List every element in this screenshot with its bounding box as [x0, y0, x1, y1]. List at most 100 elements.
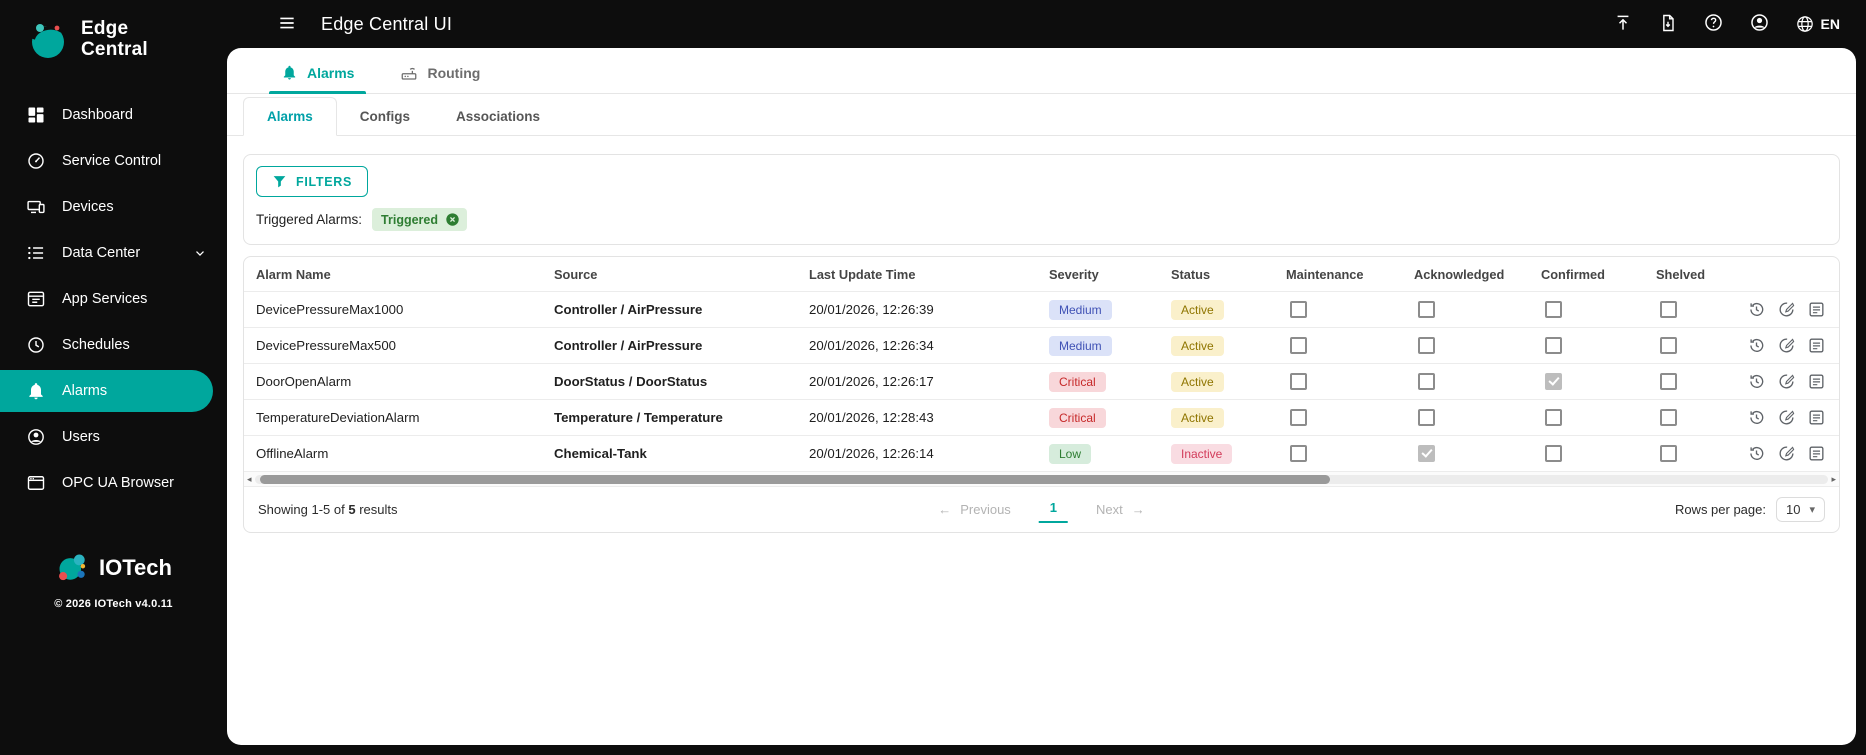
tab-routing[interactable]: Routing	[382, 52, 498, 93]
filter-chip-label: Triggered	[381, 212, 439, 227]
maintenance-checkbox[interactable]	[1290, 301, 1307, 318]
acknowledged-checkbox[interactable]	[1418, 337, 1435, 354]
confirmed-checkbox[interactable]	[1545, 409, 1562, 426]
last-update-time: 20/01/2026, 12:26:14	[809, 446, 934, 461]
source-separator: /	[625, 374, 637, 389]
shelved-checkbox[interactable]	[1660, 301, 1677, 318]
top-bar: Edge Central UI EN	[227, 0, 1866, 48]
alarm-history-button[interactable]	[1746, 440, 1768, 468]
confirmed-checkbox[interactable]	[1545, 337, 1562, 354]
chevron-down-icon[interactable]	[193, 246, 207, 260]
column-header-acknowledged: Acknowledged	[1414, 266, 1505, 282]
maintenance-checkbox[interactable]	[1290, 337, 1307, 354]
alarm-edit-button[interactable]	[1776, 296, 1798, 324]
previous-page-button[interactable]: ← Previous	[938, 502, 1011, 517]
main-content: Alarms Routing Alarms Configs Associatio…	[227, 48, 1856, 745]
severity-badge: Critical	[1049, 407, 1106, 428]
acknowledged-checkbox[interactable]	[1418, 373, 1435, 390]
acknowledged-checkbox[interactable]	[1418, 409, 1435, 426]
alarm-edit-button[interactable]	[1776, 368, 1798, 396]
sidebar-item-label: OPC UA Browser	[62, 475, 174, 491]
scrollbar-thumb[interactable]	[259, 474, 1330, 484]
shelved-checkbox[interactable]	[1660, 373, 1677, 390]
remove-filter-icon[interactable]	[445, 212, 460, 227]
help-button[interactable]	[1703, 12, 1724, 36]
maintenance-checkbox[interactable]	[1290, 373, 1307, 390]
clock-icon	[26, 335, 46, 355]
confirmed-checkbox[interactable]	[1545, 373, 1562, 390]
confirmed-checkbox[interactable]	[1545, 301, 1562, 318]
acknowledged-checkbox[interactable]	[1418, 301, 1435, 318]
release-notes-button[interactable]	[1658, 13, 1678, 36]
subtab-alarms[interactable]: Alarms	[243, 97, 337, 136]
shelved-checkbox[interactable]	[1660, 409, 1677, 426]
alarm-edit-button[interactable]	[1776, 440, 1798, 468]
sidebar-item-users[interactable]: Users	[0, 416, 227, 458]
alarm-edit-button[interactable]	[1776, 404, 1798, 432]
alarm-details-button[interactable]	[1805, 296, 1827, 324]
edit-icon	[1777, 372, 1796, 391]
alarm-history-button[interactable]	[1746, 296, 1768, 324]
browser-icon	[26, 473, 46, 493]
filters-button[interactable]: FILTERS	[256, 166, 369, 197]
acknowledged-checkbox[interactable]	[1418, 445, 1435, 462]
menu-button[interactable]	[277, 13, 297, 36]
sidebar-item-opc-ua-browser[interactable]: OPC UA Browser	[0, 462, 227, 504]
sidebar-item-dashboard[interactable]: Dashboard	[0, 94, 227, 136]
shelved-checkbox[interactable]	[1660, 337, 1677, 354]
horizontal-scrollbar[interactable]: ◂ ▸	[244, 471, 1839, 486]
next-page-button[interactable]: Next →	[1096, 502, 1145, 517]
scrollbar-track[interactable]	[254, 474, 1829, 484]
alarm-name: OfflineAlarm	[256, 446, 329, 461]
subtab-configs[interactable]: Configs	[337, 98, 433, 135]
alarm-history-button[interactable]	[1746, 368, 1768, 396]
history-icon	[1747, 444, 1766, 463]
dropdown-chevron-icon: ▾	[1809, 504, 1815, 516]
history-icon	[1747, 300, 1766, 319]
alarm-name: DoorOpenAlarm	[256, 374, 352, 389]
scroll-right-icon[interactable]: ▸	[1831, 474, 1836, 484]
sidebar-item-alarms[interactable]: Alarms	[0, 370, 213, 412]
scroll-left-icon[interactable]: ◂	[247, 474, 252, 484]
edit-icon	[1777, 408, 1796, 427]
alarm-details-button[interactable]	[1805, 404, 1827, 432]
account-button[interactable]	[1749, 12, 1770, 36]
sidebar-item-label: Service Control	[62, 153, 162, 169]
language-selector[interactable]: EN	[1795, 14, 1840, 34]
tab-alarms[interactable]: Alarms	[263, 52, 372, 94]
confirmed-checkbox[interactable]	[1545, 445, 1562, 462]
source-separator: /	[617, 302, 628, 317]
alarm-details-button[interactable]	[1805, 440, 1827, 468]
applied-filters-label: Triggered Alarms:	[256, 212, 363, 227]
column-header-severity: Severity	[1049, 266, 1099, 282]
alarm-edit-button[interactable]	[1776, 332, 1798, 360]
status-badge: Active	[1171, 299, 1224, 320]
arrow-right-icon: →	[1131, 502, 1145, 517]
sidebar-item-data-center[interactable]: Data Center	[0, 232, 227, 274]
severity-badge: Critical	[1049, 371, 1106, 392]
sidebar-item-schedules[interactable]: Schedules	[0, 324, 227, 366]
subtab-associations[interactable]: Associations	[433, 98, 563, 135]
triggered-filter-chip[interactable]: Triggered	[372, 208, 468, 231]
upload-button[interactable]	[1613, 13, 1633, 36]
sidebar-item-devices[interactable]: Devices	[0, 186, 227, 228]
last-update-time: 20/01/2026, 12:26:34	[809, 338, 934, 353]
page-number-1[interactable]: 1	[1038, 496, 1069, 523]
alarm-history-button[interactable]	[1746, 404, 1768, 432]
maintenance-checkbox[interactable]	[1290, 445, 1307, 462]
sidebar-item-app-services[interactable]: App Services	[0, 278, 227, 320]
upload-icon	[1613, 13, 1633, 33]
copyright-text: © 2026 IOTech v4.0.11	[54, 598, 173, 610]
maintenance-checkbox[interactable]	[1290, 409, 1307, 426]
details-icon	[1807, 372, 1826, 391]
app-logo: Edge Central	[0, 0, 227, 68]
rows-per-page-select[interactable]: 10 ▾	[1776, 497, 1825, 522]
shelved-checkbox[interactable]	[1660, 445, 1677, 462]
sidebar-item-service-control[interactable]: Service Control	[0, 140, 227, 182]
sidebar-item-label: Alarms	[62, 383, 108, 399]
edit-icon	[1777, 300, 1796, 319]
alarm-history-button[interactable]	[1746, 332, 1768, 360]
alarm-details-button[interactable]	[1805, 332, 1827, 360]
alarm-details-button[interactable]	[1805, 368, 1827, 396]
filters-button-label: FILTERS	[296, 174, 353, 189]
